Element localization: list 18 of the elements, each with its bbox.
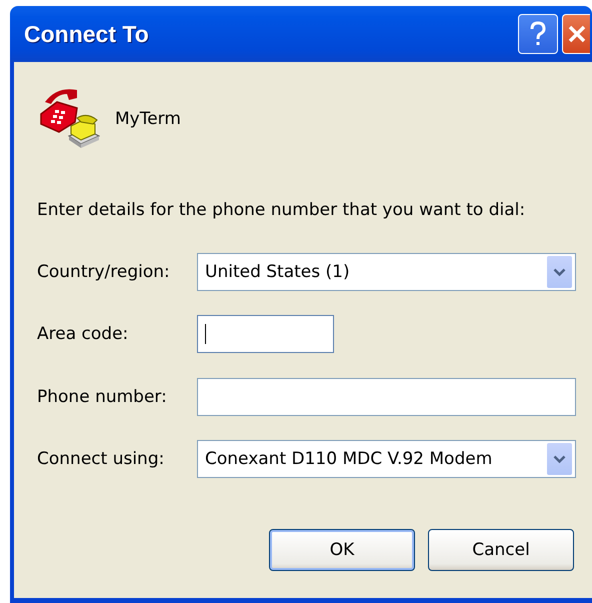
instruction-text: Enter details for the phone number that you want to dial: xyxy=(37,200,526,220)
dropdown[interactable]: Conexant D110 MDC V.92 Modem xyxy=(197,440,576,478)
input-field[interactable] xyxy=(197,378,576,416)
connection-name: MyTerm xyxy=(115,109,181,129)
close-icon xyxy=(566,24,586,44)
field-label: Connect using: xyxy=(37,449,166,469)
help-icon xyxy=(529,21,547,47)
ok-button[interactable]: OK xyxy=(269,529,415,571)
field-label: Phone number: xyxy=(37,387,168,407)
input-field[interactable] xyxy=(197,315,334,353)
cancel-button[interactable]: Cancel xyxy=(428,529,574,571)
window-title: Connect To xyxy=(24,20,150,48)
text-cursor xyxy=(205,324,206,344)
help-button[interactable] xyxy=(518,14,558,54)
dropdown[interactable]: United States (1) xyxy=(197,253,576,291)
field-label: Area code: xyxy=(37,324,130,344)
field-label: Country/region: xyxy=(37,262,171,282)
close-button[interactable] xyxy=(562,14,590,54)
